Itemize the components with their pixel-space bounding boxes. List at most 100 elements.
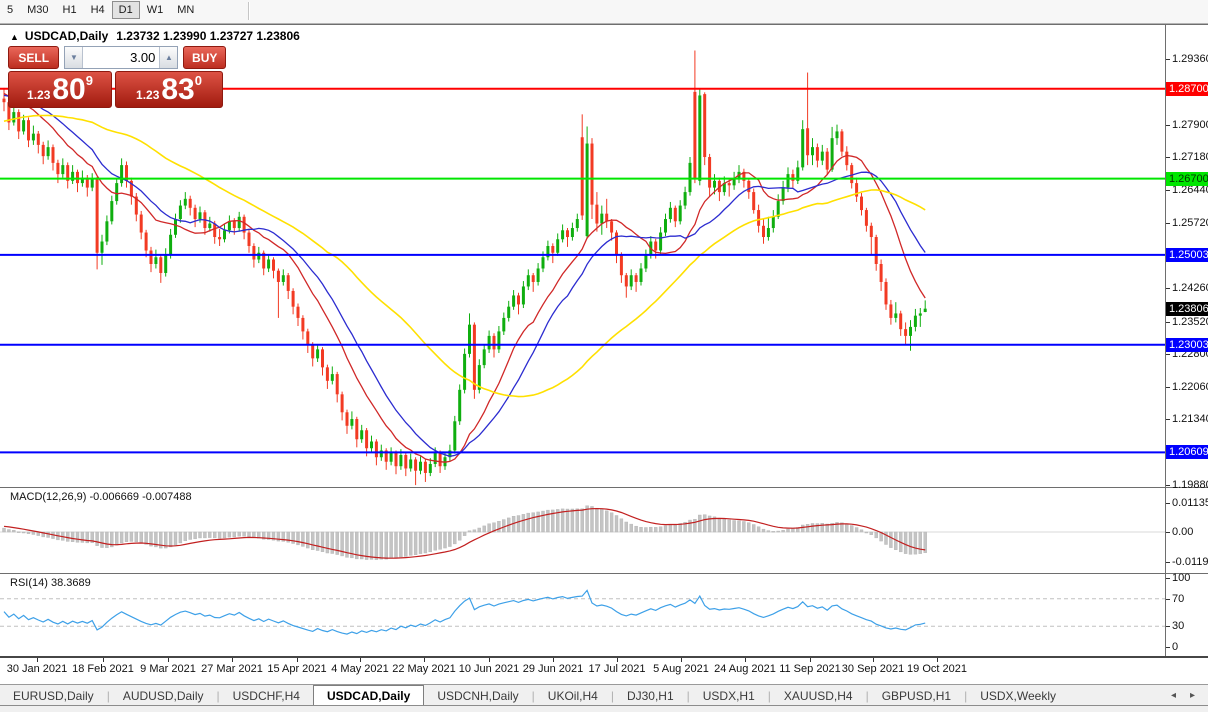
price-tick-1.29360-tick: [1166, 59, 1170, 61]
macd-tick--0.011904: -0.011904: [1172, 555, 1208, 568]
timeframe-button-m30[interactable]: M30: [20, 1, 55, 19]
macd-tick-0.01135-tick: [1166, 503, 1170, 505]
date-tick: [489, 658, 490, 662]
chart-symbol-label: USDCAD,Daily: [24, 29, 109, 43]
date-label: 10 Jun 2021: [458, 663, 520, 675]
sell-button[interactable]: SELL: [8, 46, 60, 69]
macd-tick-0.00: 0.00: [1172, 526, 1194, 538]
buy-price-figure: 1.23: [136, 88, 160, 102]
moving-averages: [3, 92, 926, 463]
sell-price-figure: 1.23: [27, 88, 51, 102]
price-tick-1.23520: 1.23520: [1172, 315, 1208, 328]
macd-tick-0.00-tick: [1166, 532, 1170, 533]
price-tick-1.26440: 1.26440: [1172, 184, 1208, 197]
tab-usdcnh-daily[interactable]: USDCNH,Daily: [424, 685, 531, 706]
date-label: 30 Jan 2021: [6, 663, 68, 675]
price-tick-1.19880: 1.19880: [1172, 479, 1208, 492]
price-tick-1.25720-tick: [1166, 222, 1170, 224]
price-badge-1.28700: 1.28700: [1166, 81, 1208, 96]
price-badge-1.23003: 1.23003: [1166, 337, 1208, 352]
timeframe-button-w1[interactable]: W1: [140, 1, 171, 19]
price-tick-1.25720: 1.25720: [1172, 216, 1208, 229]
price-tick-1.21340: 1.21340: [1172, 413, 1208, 426]
rsi-panel-canvas[interactable]: [0, 575, 1165, 655]
timeframe-button-h4[interactable]: H4: [84, 1, 112, 19]
buy-price-point: 0: [194, 73, 202, 88]
macd-panel-separator[interactable]: [0, 487, 1208, 488]
timeframe-button-5[interactable]: 5: [0, 1, 20, 19]
one-click-trade-panel: SELL ▼ 3.00 ▲ BUY 1.23 80 9 1.23 83 0: [8, 46, 226, 108]
mt4-terminal: 5 M30 H1 H4 D1 W1 MN ▲ USDCAD,Daily 1.23732 1.23…: [0, 0, 1208, 712]
one-click-collapse-icon[interactable]: ▲: [10, 32, 19, 42]
volume-input[interactable]: 3.00: [83, 47, 160, 68]
tab-xauusd-h4[interactable]: XAUUSD,H4: [771, 685, 866, 706]
tab-usdx-weekly[interactable]: USDX,Weekly: [967, 685, 1069, 706]
tab-eurusd-daily[interactable]: EURUSD,Daily: [0, 685, 107, 706]
tab-usdchf-h4[interactable]: USDCHF,H4: [220, 685, 313, 706]
sell-price-pips: 80: [52, 73, 86, 106]
macd-label: MACD(12,26,9) -0.006669 -0.007488: [10, 491, 192, 503]
price-tick-1.26440-tick: [1166, 190, 1170, 192]
rsi-line: [3, 589, 926, 635]
date-tick: [297, 658, 298, 662]
price-tick-1.19880-tick: [1166, 485, 1170, 487]
date-label: 29 Jun 2021: [522, 663, 584, 675]
tab-scroll-right-icon[interactable]: ▸: [1183, 690, 1202, 701]
date-tick: [232, 658, 233, 662]
date-label: 17 Jul 2021: [588, 663, 646, 675]
date-tick: [103, 658, 104, 662]
tab-scroll-left-icon[interactable]: ◂: [1164, 690, 1183, 701]
volume-increase-icon[interactable]: ▲: [159, 47, 178, 68]
date-label: 15 Apr 2021: [267, 663, 327, 675]
date-label: 5 Aug 2021: [653, 663, 709, 675]
date-tick: [937, 658, 938, 662]
rsi-tick-100: 100: [1172, 572, 1191, 584]
date-label: 9 Mar 2021: [140, 663, 196, 675]
volume-decrease-icon[interactable]: ▼: [65, 47, 84, 68]
price-tick-1.24260: 1.24260: [1172, 282, 1208, 295]
date-label: 18 Feb 2021: [72, 663, 134, 675]
macd-tick--0.011904-tick: [1166, 561, 1170, 563]
ma-line-13: [3, 92, 926, 463]
ma-line-20: [3, 94, 926, 457]
timeframe-button-mn[interactable]: MN: [170, 1, 201, 19]
price-badge-1.26700: 1.26700: [1166, 171, 1208, 186]
date-label: 27 Mar 2021: [201, 663, 263, 675]
sell-price-box[interactable]: 1.23 80 9: [8, 71, 112, 108]
rsi-tick-0: 0: [1172, 641, 1179, 653]
date-tick: [424, 658, 425, 662]
date-label: 24 Aug 2021: [714, 663, 776, 675]
buy-price-box[interactable]: 1.23 83 0: [115, 71, 223, 108]
rsi-label: RSI(14) 38.3689: [10, 577, 91, 589]
date-tick: [810, 658, 811, 662]
tab-dj30-h1[interactable]: DJ30,H1: [614, 685, 687, 706]
date-tick: [168, 658, 169, 662]
toolbar-separator: [248, 2, 250, 20]
date-tick: [873, 658, 874, 662]
date-label: 19 Oct 2021: [907, 663, 967, 675]
sell-price-point: 9: [85, 73, 93, 88]
rsi-panel-separator[interactable]: [0, 573, 1208, 574]
tab-gbpusd-h1[interactable]: GBPUSD,H1: [869, 685, 964, 706]
buy-price-pips: 83: [161, 73, 195, 106]
timeframe-button-d1[interactable]: D1: [111, 1, 140, 19]
tab-ukoil-h4[interactable]: UKOil,H4: [535, 685, 611, 706]
buy-button[interactable]: BUY: [183, 46, 226, 69]
date-tick: [37, 658, 38, 662]
price-tick-1.27900-tick: [1166, 124, 1170, 126]
date-tick: [617, 658, 618, 662]
tab-usdx-h1[interactable]: USDX,H1: [690, 685, 768, 706]
rsi-tick-30: 30: [1172, 620, 1185, 633]
timeframe-button-h1[interactable]: H1: [56, 1, 84, 19]
tab-audusd-daily[interactable]: AUDUSD,Daily: [110, 685, 217, 706]
price-tick-1.27900: 1.27900: [1172, 118, 1208, 131]
price-tick-1.27180: 1.27180: [1172, 151, 1208, 164]
chart-ohlc-values: 1.23732 1.23990 1.23727 1.23806: [116, 29, 300, 43]
date-label: 30 Sep 2021: [841, 663, 905, 675]
price-tick-1.27180-tick: [1166, 157, 1170, 159]
price-tick-1.29360: 1.29360: [1172, 53, 1208, 66]
rsi-tick-70: 70: [1172, 592, 1185, 605]
date-label: 4 May 2021: [331, 663, 389, 675]
price-tick-1.24260-tick: [1166, 288, 1170, 290]
tab-usdcad-daily[interactable]: USDCAD,Daily: [312, 685, 425, 706]
